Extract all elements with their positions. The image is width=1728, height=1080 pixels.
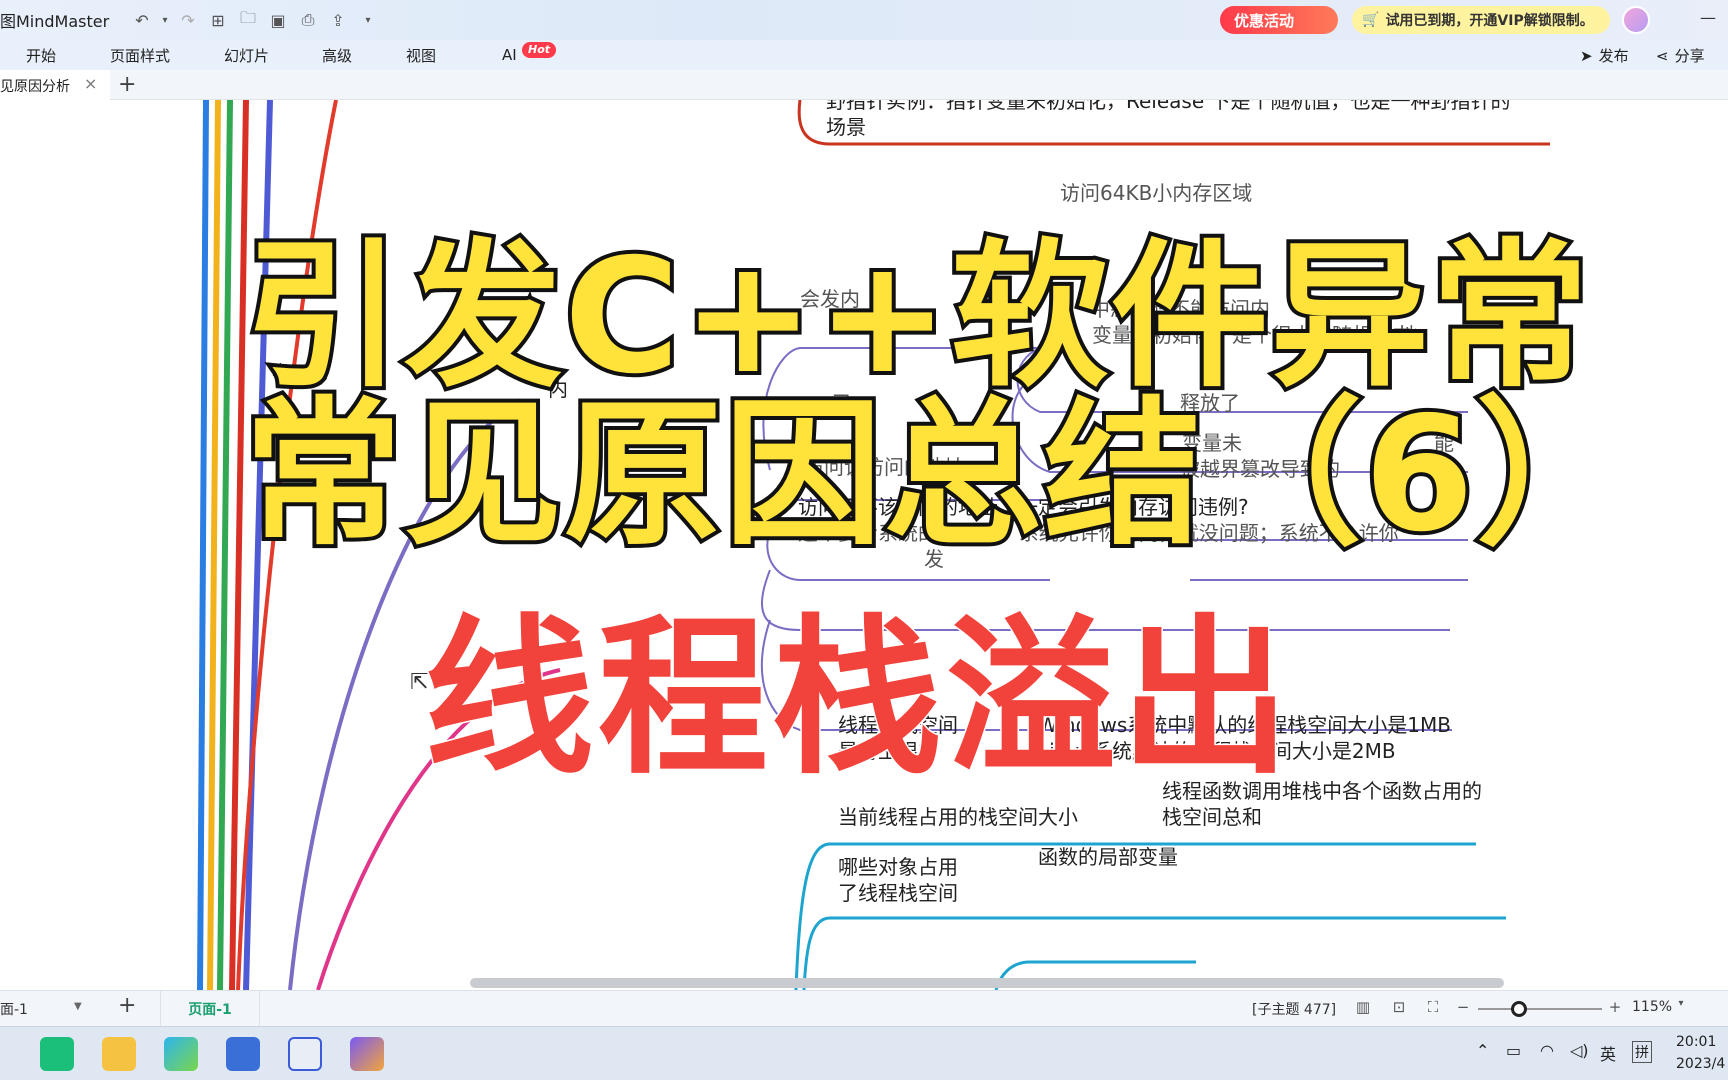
print-icon[interactable]: ⎙ bbox=[296, 8, 320, 32]
remote-desktop-icon[interactable] bbox=[226, 1037, 260, 1071]
vip-text: 试用已到期，开通VIP解锁限制。 bbox=[1385, 13, 1594, 29]
send-icon: ➤ bbox=[1580, 46, 1593, 65]
vip-banner[interactable]: 🛒 试用已到期，开通VIP解锁限制。 bbox=[1352, 6, 1610, 34]
app-stack-icon[interactable] bbox=[164, 1037, 198, 1071]
taskbar: ⌃ ▭ ◠ ◁) 英 拼 20:01 2023/4 bbox=[0, 1026, 1728, 1080]
document-tab-bar: 见原因分析 × + bbox=[0, 70, 1728, 100]
battery-icon[interactable]: ▭ bbox=[1506, 1041, 1521, 1060]
file-explorer-icon[interactable] bbox=[102, 1037, 136, 1071]
status-bar: 面-1 ▼ + 页面-1 [子主题 477] ▥ ⊡ ⛶ − + 115% ▾ bbox=[0, 990, 1728, 1027]
fullscreen-icon[interactable]: ⛶ bbox=[1424, 998, 1442, 1016]
zoom-in-icon[interactable]: + bbox=[1606, 998, 1624, 1016]
clock-time: 20:01 bbox=[1676, 1034, 1717, 1050]
menu-start[interactable]: 开始 bbox=[26, 45, 56, 66]
clock-date: 2023/4 bbox=[1676, 1056, 1726, 1072]
mindmaster-app-icon[interactable] bbox=[40, 1037, 74, 1071]
ime-language[interactable]: 英 bbox=[1600, 1041, 1616, 1065]
menu-slides[interactable]: 幻灯片 bbox=[224, 45, 269, 66]
overlay-title-line2: 常见原因总结（6） bbox=[240, 379, 1638, 571]
zoom-slider-handle[interactable] bbox=[1510, 1001, 1527, 1017]
undo-menu-icon[interactable]: ▾ bbox=[160, 8, 170, 32]
branch-line bbox=[197, 100, 209, 990]
redo-icon[interactable]: ↷ bbox=[176, 8, 200, 32]
mindmap-node[interactable]: 函数的局部变量 bbox=[1038, 844, 1178, 870]
close-tab-icon[interactable]: × bbox=[84, 74, 97, 93]
new-file-icon[interactable]: ⊞ bbox=[206, 8, 230, 32]
share-icon: ⋖ bbox=[1656, 46, 1669, 65]
document-tab[interactable]: 见原因分析 × bbox=[0, 70, 110, 100]
image-app-icon[interactable] bbox=[350, 1037, 384, 1071]
menu-advanced[interactable]: 高级 bbox=[322, 45, 352, 66]
ime-mode[interactable]: 拼 bbox=[1632, 1041, 1652, 1063]
publish-label: 发布 bbox=[1598, 47, 1629, 65]
infinity-app-icon[interactable] bbox=[288, 1037, 322, 1071]
avatar[interactable] bbox=[1622, 6, 1650, 34]
book-view-icon[interactable]: ▥ bbox=[1354, 998, 1372, 1016]
page-select[interactable]: 面-1 bbox=[0, 999, 28, 1019]
zoom-slider[interactable] bbox=[1478, 1008, 1602, 1010]
mindmap-node[interactable]: 哪些对象占用 bbox=[838, 854, 958, 880]
document-tab-label: 见原因分析 bbox=[0, 79, 70, 95]
mindmap-node[interactable]: 当前线程占用的栈空间大小 bbox=[838, 804, 1078, 830]
share-label: 分享 bbox=[1674, 47, 1705, 65]
branch-line bbox=[217, 100, 233, 990]
branch-line bbox=[207, 100, 221, 990]
menu-page-style[interactable]: 页面样式 bbox=[110, 45, 170, 66]
add-tab-button[interactable]: + bbox=[118, 72, 136, 97]
promo-button[interactable]: 优惠活动 bbox=[1220, 6, 1338, 34]
menu-bar: 开始 页面样式 幻灯片 高级 视图 AI bbox=[0, 40, 1728, 70]
hot-badge: Hot bbox=[522, 42, 556, 58]
mindmap-node[interactable]: 栈空间总和 bbox=[1162, 804, 1262, 830]
horizontal-scrollbar[interactable] bbox=[470, 978, 1504, 988]
save-icon[interactable]: ▣ bbox=[266, 8, 290, 32]
share-button[interactable]: ⋖ 分享 bbox=[1656, 45, 1705, 66]
export-icon[interactable]: ⇪ bbox=[326, 8, 350, 32]
publish-button[interactable]: ➤ 发布 bbox=[1580, 45, 1629, 66]
promo-label: 优惠活动 bbox=[1234, 11, 1295, 30]
undo-icon[interactable]: ↶ bbox=[130, 8, 154, 32]
mindmap-node[interactable]: 了线程栈空间 bbox=[838, 880, 958, 906]
zoom-level[interactable]: 115% bbox=[1632, 999, 1672, 1015]
chevron-up-icon[interactable]: ⌃ bbox=[1476, 1041, 1489, 1060]
app-title: 图MindMaster bbox=[0, 12, 110, 31]
mindmaster-window: 图MindMaster ↶ ▾ ↷ ⊞ 🗀 ▣ ⎙ ⇪ ▾ 优惠活动 🛒 试用已… bbox=[0, 0, 1728, 1080]
cart-icon: 🛒 bbox=[1362, 12, 1380, 28]
title-bar: 图MindMaster ↶ ▾ ↷ ⊞ 🗀 ▣ ⎙ ⇪ ▾ 优惠活动 🛒 试用已… bbox=[0, 0, 1728, 40]
menu-view[interactable]: 视图 bbox=[406, 45, 436, 66]
mindmap-node[interactable]: 场景 bbox=[826, 114, 866, 140]
zoom-out-icon[interactable]: − bbox=[1454, 998, 1472, 1016]
wifi-icon[interactable]: ◠ bbox=[1540, 1041, 1554, 1060]
zoom-menu-chevron-icon[interactable]: ▾ bbox=[1672, 998, 1690, 1016]
volume-icon[interactable]: ◁) bbox=[1570, 1041, 1589, 1060]
mindmap-node[interactable]: 野指针实例：指针变量未初始化，Release 下是个随机值，也是一种野指针的 bbox=[826, 100, 1511, 114]
overlay-subtitle: 线程栈溢出 bbox=[422, 599, 1295, 800]
quick-access-toolbar: ↶ ▾ ↷ ⊞ 🗀 ▣ ⎙ ⇪ ▾ bbox=[130, 8, 380, 32]
system-clock[interactable]: 20:01 2023/4 bbox=[1676, 1031, 1725, 1075]
menu-ai[interactable]: AI bbox=[502, 46, 517, 64]
page-tab[interactable]: 页面-1 bbox=[160, 991, 260, 1027]
open-folder-icon[interactable]: 🗀 bbox=[236, 8, 260, 32]
minimize-icon[interactable]: — bbox=[1700, 8, 1716, 27]
fit-page-icon[interactable]: ⊡ bbox=[1390, 998, 1408, 1016]
customize-toolbar-icon[interactable]: ▾ bbox=[356, 8, 380, 32]
chevron-down-icon[interactable]: ▼ bbox=[74, 1001, 82, 1012]
page-tab-label: 页面-1 bbox=[188, 1002, 232, 1018]
add-page-button[interactable]: + bbox=[118, 993, 136, 1018]
topic-count: [子主题 477] bbox=[1252, 1002, 1337, 1018]
